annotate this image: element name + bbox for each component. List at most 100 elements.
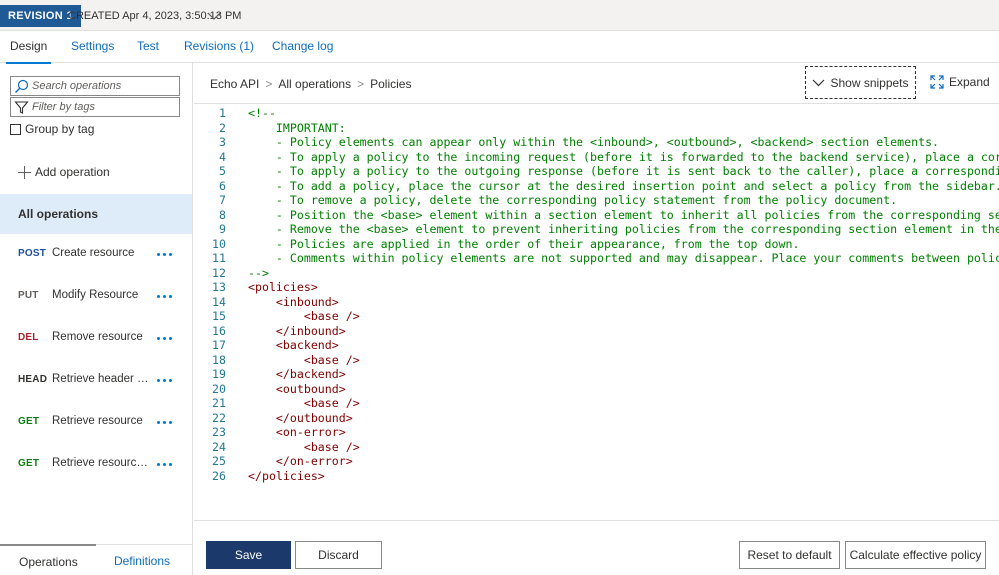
code-text: <inbound> <box>248 294 339 309</box>
code-line: 8 - Position the <base> element within a… <box>194 208 999 223</box>
breadcrumb-all-operations[interactable]: All operations <box>278 77 351 91</box>
code-text: - To add a policy, place the cursor at t… <box>248 178 999 193</box>
group-by-tag[interactable]: Group by tag <box>10 122 94 136</box>
chevron-down-icon[interactable] <box>207 11 221 21</box>
code-line: 13 <policies> <box>194 280 999 295</box>
code-line: 9 - Remove the <base> element to prevent… <box>194 222 999 237</box>
operation-row[interactable]: GET Retrieve resource <box>0 402 192 444</box>
code-line: 23 <on-error> <box>194 425 999 440</box>
code-line: 26 </policies> <box>194 469 999 484</box>
add-operation-button[interactable]: Add operation <box>18 165 110 179</box>
more-options-icon[interactable] <box>155 370 175 388</box>
tab-settings[interactable]: Settings <box>71 31 114 63</box>
tab-operations[interactable]: Operations <box>0 544 96 575</box>
code-editor[interactable]: 1 <!-- 2 IMPORTANT: 3 - Policy elements can… <box>194 103 999 519</box>
line-number: 17 <box>212 338 226 352</box>
filter-icon <box>14 101 29 114</box>
code-lines: 1 <!-- 2 IMPORTANT: 3 - Policy elements can… <box>194 104 999 483</box>
line-number: 3 <box>219 135 226 149</box>
code-text: IMPORTANT: <box>248 120 346 135</box>
more-options-icon[interactable] <box>155 286 175 304</box>
group-by-tag-checkbox[interactable] <box>10 123 21 135</box>
search-icon <box>15 79 29 93</box>
search-box[interactable] <box>10 76 180 96</box>
code-line: 19 </backend> <box>194 367 999 382</box>
operation-row[interactable]: HEAD Retrieve header o... <box>0 360 192 402</box>
tab-design[interactable]: Design <box>5 31 52 64</box>
main-tabs: Design Settings Test Revisions (1) Chang… <box>0 31 999 64</box>
more-options-icon[interactable] <box>155 328 175 346</box>
line-number: 1 <box>219 106 226 120</box>
tab-change-log[interactable]: Change log <box>272 31 333 63</box>
line-number: 7 <box>219 193 226 207</box>
operation-name: Retrieve resource... <box>52 457 150 469</box>
code-text: - To apply a policy to the outgoing resp… <box>248 164 999 178</box>
code-line: 14 <inbound> <box>194 295 999 310</box>
operation-row[interactable]: PUT Modify Resource <box>0 276 192 318</box>
divider <box>194 520 999 521</box>
tab-test[interactable]: Test <box>137 31 159 63</box>
operation-row[interactable]: POST Create resource <box>0 234 192 276</box>
code-line: 6 - To add a policy, place the cursor at… <box>194 179 999 194</box>
filter-input[interactable] <box>32 99 177 115</box>
save-button[interactable]: Save <box>206 541 291 569</box>
expand-icon <box>930 75 944 89</box>
code-text: - Policy elements can appear only within… <box>248 135 940 149</box>
expand-label: Expand <box>949 75 990 89</box>
code-text: - Policies are applied in the order of t… <box>248 236 800 251</box>
filter-box[interactable] <box>10 97 180 117</box>
code-text: --> <box>248 265 269 280</box>
line-number: 2 <box>219 120 226 135</box>
line-number: 22 <box>212 410 226 425</box>
code-line: 1 <!-- <box>194 106 999 121</box>
breadcrumb-echo-api[interactable]: Echo API <box>210 77 259 91</box>
revision-bar: REVISION 1 CREATED Apr 4, 2023, 3:50:13 … <box>0 0 999 31</box>
code-line: 16 </inbound> <box>194 324 999 339</box>
calculate-effective-policy-button[interactable]: Calculate effective policy <box>845 541 986 569</box>
more-options-icon[interactable] <box>155 244 175 262</box>
operation-name: Modify Resource <box>52 289 139 301</box>
code-line: 15 <base /> <box>194 309 999 324</box>
left-bottom-tabs: Operations Definitions <box>0 544 192 575</box>
code-line: 17 <backend> <box>194 338 999 353</box>
code-line: 21 <base /> <box>194 396 999 411</box>
show-snippets-button[interactable]: Show snippets <box>805 66 916 99</box>
show-snippets-label: Show snippets <box>830 75 909 90</box>
line-number: 11 <box>212 251 226 265</box>
code-line: 24 <base /> <box>194 440 999 455</box>
discard-button[interactable]: Discard <box>295 541 382 569</box>
tab-revisions[interactable]: Revisions (1) <box>184 31 254 63</box>
code-text: <policies> <box>248 280 318 294</box>
code-text: <on-error> <box>248 425 346 439</box>
reset-to-default-button[interactable]: Reset to default <box>739 541 840 569</box>
operation-name: Retrieve header o... <box>52 373 150 385</box>
code-line: 20 <outbound> <box>194 382 999 397</box>
line-number: 15 <box>212 309 226 323</box>
code-text: - Position the <base> element within a s… <box>248 207 999 222</box>
operations-pane: Group by tag Add operation All operation… <box>0 63 193 575</box>
search-input[interactable] <box>32 78 177 94</box>
code-text: <base /> <box>248 309 360 323</box>
code-text: <base /> <box>248 439 360 454</box>
code-text: </backend> <box>248 367 346 381</box>
code-line: 18 <base /> <box>194 353 999 368</box>
code-line: 22 </outbound> <box>194 411 999 426</box>
more-options-icon[interactable] <box>155 454 175 472</box>
operation-row[interactable]: GET Retrieve resource... <box>0 444 192 486</box>
policy-editor-pane: Echo API > All operations > Policies Sho… <box>194 63 999 575</box>
http-method-badge: GET <box>18 416 40 427</box>
more-options-icon[interactable] <box>155 412 175 430</box>
group-by-tag-label: Group by tag <box>25 122 95 136</box>
add-operation-label: Add operation <box>35 165 110 179</box>
code-text: - To remove a policy, delete the corresp… <box>248 193 898 207</box>
all-operations-item[interactable]: All operations <box>0 194 192 234</box>
code-text: <base /> <box>248 352 360 367</box>
code-text: <base /> <box>248 396 360 410</box>
line-number: 19 <box>212 367 226 381</box>
line-number: 5 <box>219 164 226 178</box>
operation-row[interactable]: DEL Remove resource <box>0 318 192 360</box>
tab-definitions[interactable]: Definitions <box>96 544 192 575</box>
operation-name: Remove resource <box>52 331 143 343</box>
code-text: - Comments within policy elements are no… <box>248 251 999 265</box>
expand-button[interactable]: Expand <box>930 73 990 91</box>
